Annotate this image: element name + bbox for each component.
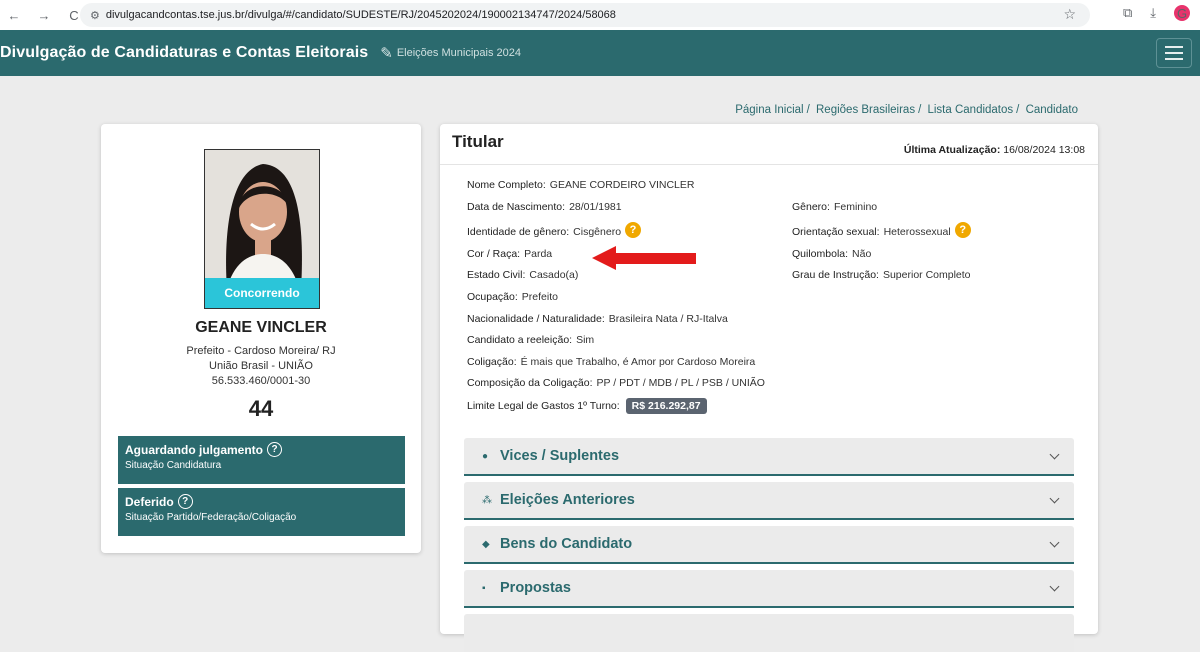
candidate-photo: Concorrendo <box>204 149 320 309</box>
browser-actions: ⧉ ⤓ G <box>1123 5 1190 21</box>
candidate-role: Prefeito - Cardoso Moreira/ RJ <box>186 345 336 357</box>
extensions-icon[interactable]: ⧉ <box>1123 5 1132 21</box>
url-text: divulgacandcontas.tse.jus.br/divulga/#/c… <box>105 9 616 21</box>
field-nationality: Nacionalidade / Naturalidade: Brasileira … <box>467 313 728 325</box>
breadcrumb-current: Candidato <box>1025 104 1078 116</box>
candidate-card: Concorrendo GEANE VINCLER Prefeito - Car… <box>101 124 421 553</box>
forward-button[interactable]: → <box>34 8 54 23</box>
person-icon: ● <box>482 450 489 462</box>
edit-icon: ✎ <box>380 45 393 62</box>
spending-limit-badge: R$ 216.292,87 <box>625 398 707 414</box>
red-arrow-annotation <box>592 246 696 270</box>
field-race: Cor / Raça: Parda <box>467 248 553 260</box>
app-title[interactable]: Divulgação de Candidaturas e Contas Elei… <box>0 44 368 62</box>
bookmark-star-icon[interactable]: ☆ <box>1063 6 1076 23</box>
field-education: Grau de Instrução: Superior Completo <box>792 269 971 281</box>
file-icon: ▪ <box>482 582 486 594</box>
address-bar[interactable]: ⚙ divulgacandcontas.tse.jus.br/divulga/#… <box>80 3 1090 27</box>
field-sexual-orientation: Orientação sexual: Heterossexual? <box>792 222 971 240</box>
candidate-name: GEANE VINCLER <box>195 319 327 336</box>
details-card: Titular Última Atualização: 16/08/2024 1… <box>440 124 1098 652</box>
election-subtitle: Eleições Municipais 2024 <box>396 47 521 59</box>
chevron-down-icon <box>1049 581 1060 592</box>
candidacy-status-title: Aguardando julgamento <box>125 442 263 457</box>
accordion-partial[interactable] <box>464 614 1074 652</box>
field-birth-date: Data de Nascimento: 28/01/1981 <box>467 201 622 213</box>
hamburger-menu-button[interactable] <box>1156 38 1192 68</box>
field-reelection: Candidato a reeleição: Sim <box>467 334 595 346</box>
candidate-number: 44 <box>248 396 274 421</box>
breadcrumb-regions[interactable]: Regiões Brasileiras <box>816 104 915 116</box>
field-gender-identity: Identidade de gênero: Cisgênero? <box>467 222 642 240</box>
chevron-down-icon <box>1049 449 1060 460</box>
candidacy-status-label: Concorrendo <box>205 278 319 308</box>
last-update-label: Última Atualização: <box>903 144 1001 156</box>
accordion-proposals[interactable]: ▪ Propostas <box>464 570 1074 608</box>
tag-icon: ◆ <box>482 538 490 550</box>
chevron-down-icon <box>1049 537 1060 548</box>
app-header: Divulgação de Candidaturas e Contas Elei… <box>0 30 1200 76</box>
field-gender: Gênero: Feminino <box>792 201 878 213</box>
accordion-vices[interactable]: ● Vices / Suplentes <box>464 438 1074 476</box>
sitemap-icon: ⁂ <box>482 494 492 506</box>
help-icon[interactable]: ? <box>267 442 282 457</box>
accordion-previous-elections[interactable]: ⁂ Eleições Anteriores <box>464 482 1074 520</box>
field-spending-limit: Limite Legal de Gastos 1º Turno: R$ 216.2… <box>467 398 707 414</box>
details-header: Titular Última Atualização: 16/08/2024 1… <box>440 124 1098 165</box>
breadcrumb-candidates[interactable]: Lista Candidatos <box>927 104 1013 116</box>
help-icon[interactable]: ? <box>954 222 971 238</box>
help-icon[interactable]: ? <box>625 222 642 238</box>
candidate-party: União Brasil - UNIÃO <box>209 360 313 372</box>
browser-toolbar: ← → C ⚙ divulgacandcontas.tse.jus.br/div… <box>0 0 1200 30</box>
field-coalition-composition: Composição da Coligação: PP / PDT / MDB /… <box>467 377 765 389</box>
candidacy-status-box: Aguardando julgamento ? Situação Candida… <box>118 436 405 484</box>
download-icon[interactable]: ⤓ <box>1150 5 1156 21</box>
accordion-vices-label: Vices / Suplentes <box>500 448 620 464</box>
back-button[interactable]: ← <box>4 8 24 23</box>
field-coalition: Coligação: É mais que Trabalho, é Amor po… <box>467 356 756 368</box>
candidacy-status-sub: Situação Candidatura <box>125 460 222 471</box>
party-status-sub: Situação Partido/Federação/Coligação <box>125 512 297 523</box>
field-quilombola: Quilombola: Não <box>792 248 872 260</box>
last-update-value: 16/08/2024 13:08 <box>1003 144 1085 156</box>
party-status-title: Deferido <box>125 494 174 509</box>
field-occupation: Ocupação: Prefeito <box>467 291 558 303</box>
accordion-assets[interactable]: ◆ Bens do Candidato <box>464 526 1074 564</box>
profile-avatar[interactable]: G <box>1174 5 1190 21</box>
chevron-down-icon <box>1049 493 1060 504</box>
details-title: Titular <box>452 132 504 151</box>
candidate-cnpj: 56.533.460/0001-30 <box>211 375 311 387</box>
field-full-name: Nome Completo: GEANE CORDEIRO VINCLER <box>467 179 695 191</box>
accordion-proposals-label: Propostas <box>500 580 571 596</box>
help-icon[interactable]: ? <box>177 494 193 509</box>
party-status-box: Deferido ? Situação Partido/Federação/Co… <box>118 488 405 536</box>
accordion-assets-label: Bens do Candidato <box>500 536 633 552</box>
breadcrumb-home[interactable]: Página Inicial <box>735 104 803 116</box>
accordion-previous-elections-label: Eleições Anteriores <box>500 492 635 508</box>
site-settings-icon[interactable]: ⚙ <box>90 9 100 22</box>
last-update: Última Atualização: 16/08/2024 13:08 <box>904 144 1085 156</box>
field-marital-status: Estado Civil: Casado(a) <box>467 269 579 281</box>
breadcrumb: Página Inicial / Regiões Brasileiras / Lis… <box>735 104 1078 116</box>
